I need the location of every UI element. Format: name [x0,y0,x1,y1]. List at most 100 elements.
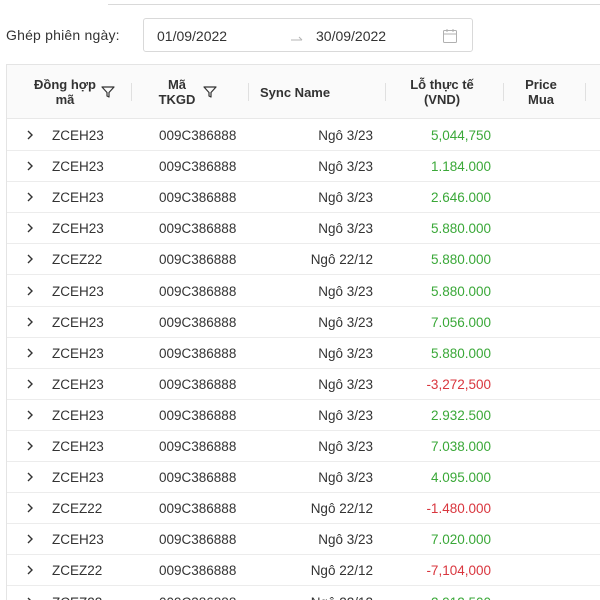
cell-lo-thuc-te: -3,272,500 [426,376,491,392]
chevron-right-icon[interactable] [25,441,35,451]
table-row[interactable]: ZCEH23 009C386888 Ngô 3/23 7.020.000 [7,524,600,556]
cell-sync-name: Ngô 3/23 [318,532,373,548]
top-strip [0,0,600,6]
chevron-right-icon[interactable] [25,130,35,140]
cell-sync-name: Ngô 3/23 [318,376,373,392]
header-lo-thuc-te-line1: Lỗ thực tế [410,77,474,92]
cell-lo-thuc-te: 5.880.000 [430,252,491,268]
table-row[interactable]: ZCEZ22 009C386888 Ngô 22/12 2.912.500 [7,587,600,600]
header-separator [131,83,132,101]
header-sync-name[interactable]: Sync Name [260,65,380,119]
table-row[interactable]: ZCEH23 009C386888 Ngô 3/23 1.184.000 [7,151,600,183]
cell-sync-name: Ngô 3/23 [318,314,373,330]
table-row[interactable]: ZCEZ22 009C386888 Ngô 22/12 5.880.000 [7,244,600,276]
cell-sync-name: Ngô 3/23 [318,159,373,175]
cell-ma-tkgd: 009C386888 [159,159,237,175]
table-row[interactable]: ZCEZ22 009C386888 Ngô 22/12 -1.480.000 [7,493,600,525]
trades-table: Đồng hợp mã Mã TKGD Sync Name Lỗ thực tế… [6,64,600,600]
cell-sync-name: Ngô 22/12 [310,252,373,268]
header-lo-thuc-te-line2: (VND) [423,92,461,107]
cell-sync-name: Ngô 22/12 [310,501,373,517]
cell-dong-hop-ma: ZCEH23 [52,376,104,392]
filter-icon[interactable] [203,85,217,99]
header-separator [248,83,249,101]
cell-sync-name: Ngô 3/23 [318,190,373,206]
tab-bar-border [108,4,600,5]
cell-lo-thuc-te: -1.480.000 [426,501,491,517]
cell-sync-name: Ngô 22/12 [310,563,373,579]
chevron-right-icon[interactable] [25,565,35,575]
table-row[interactable]: ZCEH23 009C386888 Ngô 3/23 2.932.500 [7,400,600,431]
header-ma-tkgd-line1: Mã [167,77,187,92]
cell-sync-name: Ngô 22/12 [311,587,373,600]
cell-dong-hop-ma: ZCEH23 [52,221,104,237]
cell-lo-thuc-te: 1.184.000 [430,159,491,175]
cell-sync-name: Ngô 3/23 [318,221,373,237]
cell-dong-hop-ma: ZCEH23 [52,407,104,423]
chevron-right-icon[interactable] [25,254,35,264]
header-dong-hop-ma-line1: Đồng hợp [34,77,96,92]
header-ma-tkgd[interactable]: Mã TKGD [157,65,197,119]
chevron-right-icon[interactable] [25,317,35,327]
header-separator [503,83,504,101]
cell-lo-thuc-te: 5.880.000 [430,221,491,237]
header-lo-thuc-te[interactable]: Lỗ thực tế (VND) [397,65,487,119]
header-ma-tkgd-line2: TKGD [158,92,196,107]
cell-lo-thuc-te: 2.646.000 [430,190,491,206]
cell-ma-tkgd: 009C386888 [159,314,237,330]
table-row[interactable]: ZCEH23 009C386888 Ngô 3/23 -3,272,500 [7,369,600,400]
table-row[interactable]: ZCEH23 009C386888 Ngô 3/23 5.880.000 [7,338,600,369]
chevron-right-icon[interactable] [25,379,35,389]
cell-lo-thuc-te: 7.038.000 [430,439,491,454]
cell-ma-tkgd: 009C386888 [159,587,236,600]
chevron-right-icon[interactable] [25,348,35,358]
chevron-right-icon[interactable] [25,410,35,420]
cell-dong-hop-ma: ZCEH23 [52,470,104,486]
date-end-input[interactable]: 30/09/2022 [316,28,386,44]
cell-ma-tkgd: 009C386888 [159,470,237,486]
cell-ma-tkgd: 009C386888 [159,252,237,268]
chevron-right-icon[interactable] [25,223,35,233]
cell-ma-tkgd: 009C386888 [159,283,237,299]
table-row[interactable]: ZCEH23 009C386888 Ngô 3/23 5.880.000 [7,276,600,307]
table-row[interactable]: ZCEH23 009C386888 Ngô 3/23 5,044,750 [7,120,600,151]
cell-sync-name: Ngô 3/23 [318,345,373,361]
cell-lo-thuc-te: 2.932.500 [430,407,491,423]
cell-ma-tkgd: 009C386888 [159,376,237,392]
chevron-right-icon[interactable] [25,597,35,600]
header-price-mua[interactable]: Price Mua [519,65,563,119]
table-header: Đồng hợp mã Mã TKGD Sync Name Lỗ thực tế… [7,65,600,119]
cell-lo-thuc-te: 7.056.000 [430,314,491,330]
cell-lo-thuc-te: 5,044,750 [430,128,491,143]
cell-dong-hop-ma: ZCEH23 [52,159,104,175]
filter-icon[interactable] [101,85,115,99]
cell-sync-name: Ngô 3/23 [318,283,373,299]
chevron-right-icon[interactable] [25,472,35,482]
chevron-right-icon[interactable] [25,534,35,544]
cell-ma-tkgd: 009C386888 [159,532,237,548]
chevron-right-icon[interactable] [25,286,35,296]
chevron-right-icon[interactable] [25,161,35,171]
arrow-separator-icon [291,36,303,41]
header-dong-hop-ma[interactable]: Đồng hợp mã [25,65,105,119]
date-range-picker[interactable]: 01/09/2022 30/09/2022 [143,18,473,52]
calendar-icon[interactable] [442,28,458,44]
cell-lo-thuc-te: 7.020.000 [430,532,491,548]
cell-ma-tkgd: 009C386888 [159,501,237,517]
cell-sync-name: Ngô 3/23 [318,470,373,486]
cell-ma-tkgd: 009C386888 [159,407,237,423]
cell-dong-hop-ma: ZCEH23 [52,345,104,361]
date-start-input[interactable]: 01/09/2022 [157,28,227,44]
cell-dong-hop-ma: ZCEH23 [52,532,104,548]
header-dong-hop-ma-line2: mã [55,92,75,107]
table-row[interactable]: ZCEH23 009C386888 Ngô 3/23 4.095.000 [7,462,600,494]
chevron-right-icon[interactable] [25,503,35,513]
cell-lo-thuc-te: 2.912.500 [431,587,491,600]
chevron-right-icon[interactable] [25,192,35,202]
cell-ma-tkgd: 009C386888 [159,563,237,579]
table-row[interactable]: ZCEH23 009C386888 Ngô 3/23 2.646.000 [7,182,600,214]
table-row[interactable]: ZCEH23 009C386888 Ngô 3/23 7.038.000 [7,431,600,462]
table-row[interactable]: ZCEH23 009C386888 Ngô 3/23 7.056.000 [7,307,600,338]
table-row[interactable]: ZCEZ22 009C386888 Ngô 22/12 -7,104,000 [7,555,600,587]
table-row[interactable]: ZCEH23 009C386888 Ngô 3/23 5.880.000 [7,213,600,245]
